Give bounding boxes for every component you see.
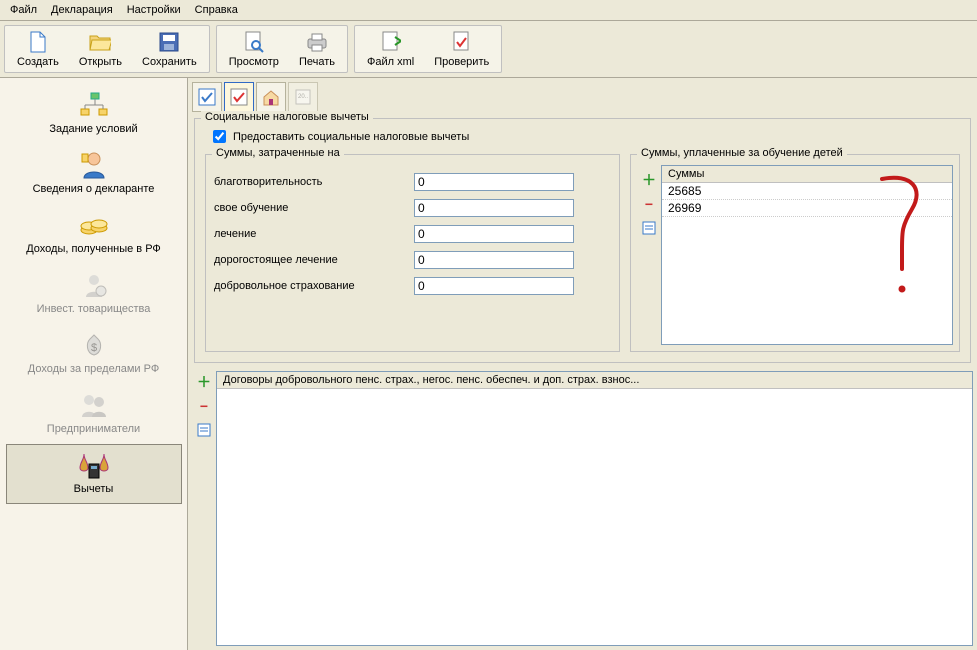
tab-standard-icon[interactable] bbox=[192, 82, 222, 112]
children-education-group: Суммы, уплаченные за обучение детей ＋ − … bbox=[630, 154, 960, 352]
new-file-icon bbox=[26, 30, 50, 54]
provide-social-label: Предоставить социальные налоговые вычеты bbox=[233, 131, 469, 143]
expensive-treatment-input[interactable] bbox=[414, 251, 574, 269]
menu-settings[interactable]: Настройки bbox=[121, 2, 187, 18]
insurance-label: добровольное страхование bbox=[214, 280, 414, 292]
children-sums-grid[interactable]: Суммы 25685 26969 bbox=[661, 165, 953, 345]
add-row-button[interactable]: ＋ bbox=[640, 171, 658, 189]
printer-icon bbox=[305, 30, 329, 54]
contracts-header: Договоры добровольного пенс. страх., нег… bbox=[217, 372, 972, 389]
sidebar-entrepreneurs[interactable]: Предприниматели bbox=[6, 384, 182, 444]
save-icon bbox=[157, 30, 181, 54]
preview-button[interactable]: Просмотр bbox=[219, 28, 289, 70]
remove-contract-button[interactable]: − bbox=[195, 397, 213, 415]
menubar: Файл Декларация Настройки Справка bbox=[0, 0, 977, 21]
charity-input[interactable] bbox=[414, 173, 574, 191]
social-deductions-group: Социальные налоговые вычеты Предоставить… bbox=[194, 118, 971, 363]
save-button[interactable]: Сохранить bbox=[132, 28, 207, 70]
content-area: 20.. Социальные налоговые вычеты Предост… bbox=[188, 78, 977, 650]
provide-social-checkbox[interactable] bbox=[213, 130, 226, 143]
check-button[interactable]: Проверить bbox=[424, 28, 499, 70]
money-bag-icon: $ bbox=[9, 329, 179, 361]
deduction-tabs: 20.. bbox=[192, 82, 973, 112]
sidebar: Задание условий Сведения о декларанте До… bbox=[0, 78, 188, 650]
education-input[interactable] bbox=[414, 199, 574, 217]
svg-text:20..: 20.. bbox=[298, 94, 308, 100]
grid-row[interactable]: 25685 bbox=[662, 183, 952, 200]
svg-text:$: $ bbox=[90, 342, 96, 354]
sidebar-declarant[interactable]: Сведения о декларанте bbox=[6, 144, 182, 204]
invest-icon bbox=[9, 269, 179, 301]
contracts-grid[interactable]: Договоры добровольного пенс. страх., нег… bbox=[216, 371, 973, 646]
xml-file-icon bbox=[379, 30, 403, 54]
menu-help[interactable]: Справка bbox=[189, 2, 244, 18]
sidebar-conditions[interactable]: Задание условий bbox=[6, 84, 182, 144]
conditions-icon bbox=[9, 89, 179, 121]
education-label: свое обучение bbox=[214, 202, 414, 214]
open-button[interactable]: Открыть bbox=[69, 28, 132, 70]
sidebar-income-rf[interactable]: Доходы, полученные в РФ bbox=[6, 204, 182, 264]
treatment-input[interactable] bbox=[414, 225, 574, 243]
expensive-treatment-label: дорогостоящее лечение bbox=[214, 254, 414, 266]
insurance-input[interactable] bbox=[414, 277, 574, 295]
tab-other-icon[interactable]: 20.. bbox=[288, 82, 318, 112]
tab-property-icon[interactable] bbox=[256, 82, 286, 112]
charity-label: благотворительность bbox=[214, 176, 414, 188]
sidebar-deductions[interactable]: Вычеты bbox=[6, 444, 182, 504]
sidebar-invest[interactable]: Инвест. товарищества bbox=[6, 264, 182, 324]
edit-row-button[interactable] bbox=[640, 219, 658, 237]
remove-row-button[interactable]: − bbox=[640, 195, 658, 213]
menu-declaration[interactable]: Декларация bbox=[45, 2, 119, 18]
person-icon bbox=[9, 149, 179, 181]
file-xml-button[interactable]: Файл xml bbox=[357, 28, 424, 70]
menu-file[interactable]: Файл bbox=[4, 2, 43, 18]
sums-spent-group: Суммы, затраченные на благотворительност… bbox=[205, 154, 620, 352]
treatment-label: лечение bbox=[214, 228, 414, 240]
grid-header-sums: Суммы bbox=[662, 166, 952, 183]
print-button[interactable]: Печать bbox=[289, 28, 345, 70]
folder-open-icon bbox=[88, 30, 112, 54]
edit-contract-button[interactable] bbox=[195, 421, 213, 439]
toolbar: Создать Открыть Сохранить Просмотр Печ bbox=[0, 21, 977, 78]
add-contract-button[interactable]: ＋ bbox=[195, 373, 213, 391]
social-group-title: Социальные налоговые вычеты bbox=[201, 111, 373, 123]
grid-row[interactable]: 26969 bbox=[662, 200, 952, 217]
create-button[interactable]: Создать bbox=[7, 28, 69, 70]
coins-icon bbox=[9, 209, 179, 241]
deductions-icon bbox=[9, 449, 179, 481]
contracts-panel: ＋ − Договоры добровольного пенс. страх.,… bbox=[192, 371, 973, 646]
people-icon bbox=[9, 389, 179, 421]
sidebar-income-foreign[interactable]: $ Доходы за пределами РФ bbox=[6, 324, 182, 384]
search-doc-icon bbox=[242, 30, 266, 54]
check-doc-icon bbox=[450, 30, 474, 54]
tab-social-icon[interactable] bbox=[224, 82, 254, 112]
